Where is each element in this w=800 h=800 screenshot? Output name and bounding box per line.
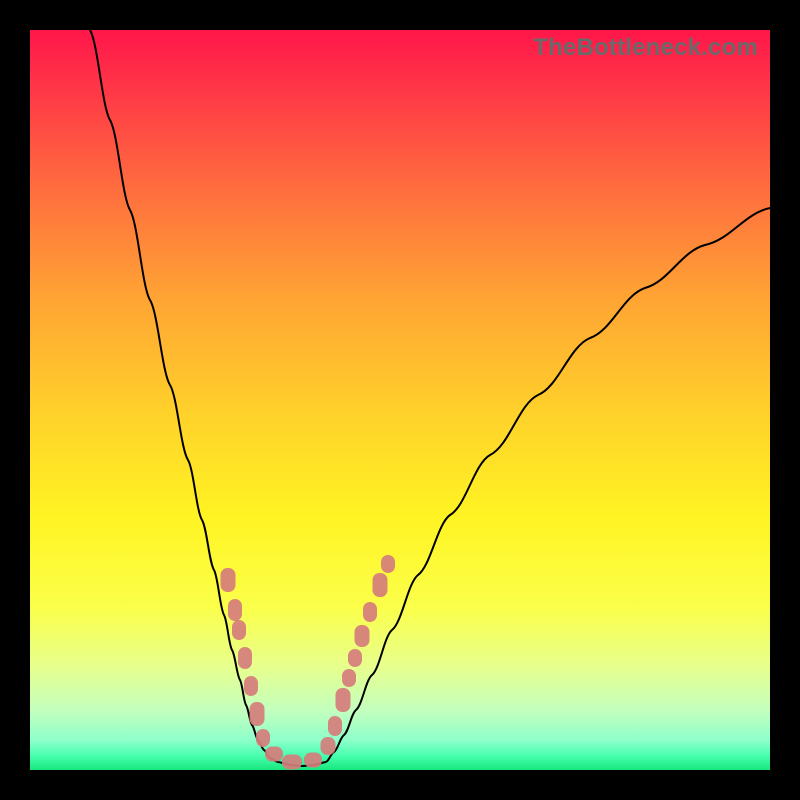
attribution-text: TheBottleneck.com [533,34,758,62]
sample-marker [381,555,395,573]
sample-marker [321,737,336,755]
sample-marker [355,625,370,647]
sample-marker [282,755,302,770]
outer-frame: TheBottleneck.com [0,0,800,800]
marker-group [221,555,396,770]
sample-marker [363,602,377,622]
sample-marker [228,599,242,621]
sample-marker [250,702,265,726]
sample-marker [221,568,236,592]
sample-marker [336,688,351,712]
sample-marker [304,753,322,768]
sample-marker [342,669,356,687]
sample-marker [244,676,258,696]
sample-marker [348,649,362,667]
plot-area: TheBottleneck.com [30,30,770,770]
sample-marker [232,620,246,640]
curve-left-branch [90,30,278,762]
sample-marker [373,573,388,597]
curve-valley-floor [278,762,326,766]
sample-marker [265,747,283,762]
chart-svg [30,30,770,770]
sample-marker [328,716,342,736]
sample-marker [238,647,252,669]
sample-marker [256,729,270,747]
curve-right-branch [326,208,770,762]
